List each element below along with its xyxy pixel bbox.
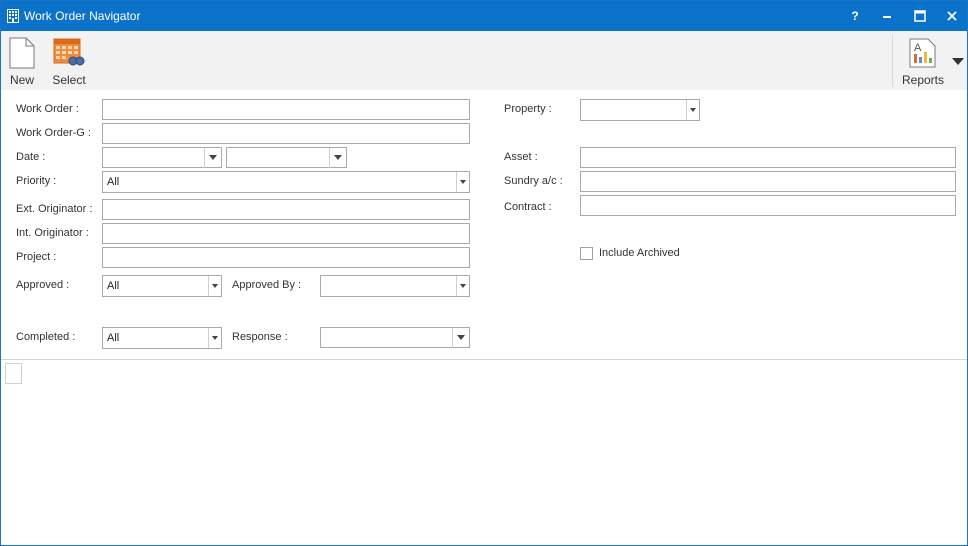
- work-order-label: Work Order :: [16, 103, 79, 115]
- asset-input[interactable]: [580, 147, 956, 168]
- help-button[interactable]: ?: [839, 1, 871, 31]
- chevron-down-icon[interactable]: [208, 276, 221, 296]
- results-grid[interactable]: [1, 359, 967, 545]
- include-archived-label[interactable]: Include Archived: [599, 247, 680, 259]
- chevron-down-icon[interactable]: [204, 148, 221, 168]
- date-label: Date :: [16, 151, 46, 163]
- chevron-down-icon[interactable]: [686, 100, 699, 120]
- select-label: Select: [52, 73, 86, 87]
- asset-label: Asset :: [504, 151, 538, 163]
- toolbar: New Select A Reports: [1, 31, 967, 90]
- minimize-icon: [883, 16, 891, 18]
- svg-text:A: A: [914, 42, 922, 54]
- property-label: Property :: [504, 103, 552, 115]
- work-order-g-label: Work Order-G :: [16, 127, 91, 139]
- int-originator-label: Int. Originator :: [16, 227, 89, 239]
- date-to-picker[interactable]: [226, 147, 347, 168]
- approved-value: All: [107, 280, 120, 292]
- property-select[interactable]: [580, 99, 700, 121]
- grid-row-header[interactable]: [5, 363, 22, 384]
- ext-originator-label: Ext. Originator :: [16, 203, 93, 215]
- approved-by-label: Approved By :: [232, 279, 302, 291]
- minimize-button[interactable]: [871, 1, 903, 31]
- chevron-down-icon[interactable]: [329, 148, 346, 168]
- chevron-down-icon[interactable]: [456, 276, 469, 296]
- int-originator-input[interactable]: [102, 223, 470, 244]
- maximize-icon: [914, 10, 926, 22]
- window-title: Work Order Navigator: [24, 9, 141, 23]
- calendar-search-icon: [53, 38, 85, 66]
- completed-select[interactable]: All: [102, 327, 222, 349]
- sundry-label: Sundry a/c :: [504, 175, 563, 187]
- work-order-navigator-window: Work Order Navigator ? New Select A Repo…: [0, 0, 968, 546]
- new-label: New: [9, 73, 34, 87]
- approved-by-select[interactable]: [320, 275, 470, 297]
- priority-value: All: [107, 176, 120, 188]
- ext-originator-input[interactable]: [102, 199, 470, 220]
- chevron-down-icon[interactable]: [208, 328, 221, 348]
- work-order-g-input[interactable]: [102, 123, 470, 144]
- project-input[interactable]: [102, 247, 470, 268]
- include-archived-checkbox[interactable]: [580, 247, 593, 260]
- date-from-picker[interactable]: [102, 147, 222, 168]
- priority-select[interactable]: All: [102, 171, 470, 193]
- priority-label: Priority :: [16, 175, 57, 187]
- maximize-button[interactable]: [904, 1, 936, 31]
- sundry-input[interactable]: [580, 171, 956, 192]
- close-icon: [947, 11, 957, 21]
- new-document-icon: [9, 37, 35, 69]
- select-button[interactable]: Select: [47, 31, 91, 90]
- title-bar: Work Order Navigator ?: [1, 1, 967, 31]
- completed-label: Completed :: [16, 331, 76, 343]
- response-label: Response :: [232, 331, 288, 343]
- close-button[interactable]: [936, 1, 968, 31]
- toolbar-separator: [892, 35, 893, 87]
- work-order-input[interactable]: [102, 99, 470, 120]
- approved-select[interactable]: All: [102, 275, 222, 297]
- reports-label: Reports: [901, 73, 945, 87]
- contract-label: Contract :: [504, 201, 552, 213]
- report-icon: A: [909, 38, 936, 68]
- project-label: Project :: [16, 251, 57, 263]
- approved-label: Approved :: [16, 279, 70, 291]
- chevron-down-icon[interactable]: [456, 172, 469, 192]
- contract-input[interactable]: [580, 195, 956, 216]
- completed-value: All: [107, 332, 120, 344]
- response-select[interactable]: [320, 327, 470, 348]
- new-button[interactable]: New: [3, 31, 41, 90]
- building-icon: [7, 9, 19, 23]
- chevron-down-icon[interactable]: [452, 328, 469, 348]
- reports-button[interactable]: A Reports: [894, 31, 952, 90]
- toolbar-more-dropdown[interactable]: [952, 58, 964, 65]
